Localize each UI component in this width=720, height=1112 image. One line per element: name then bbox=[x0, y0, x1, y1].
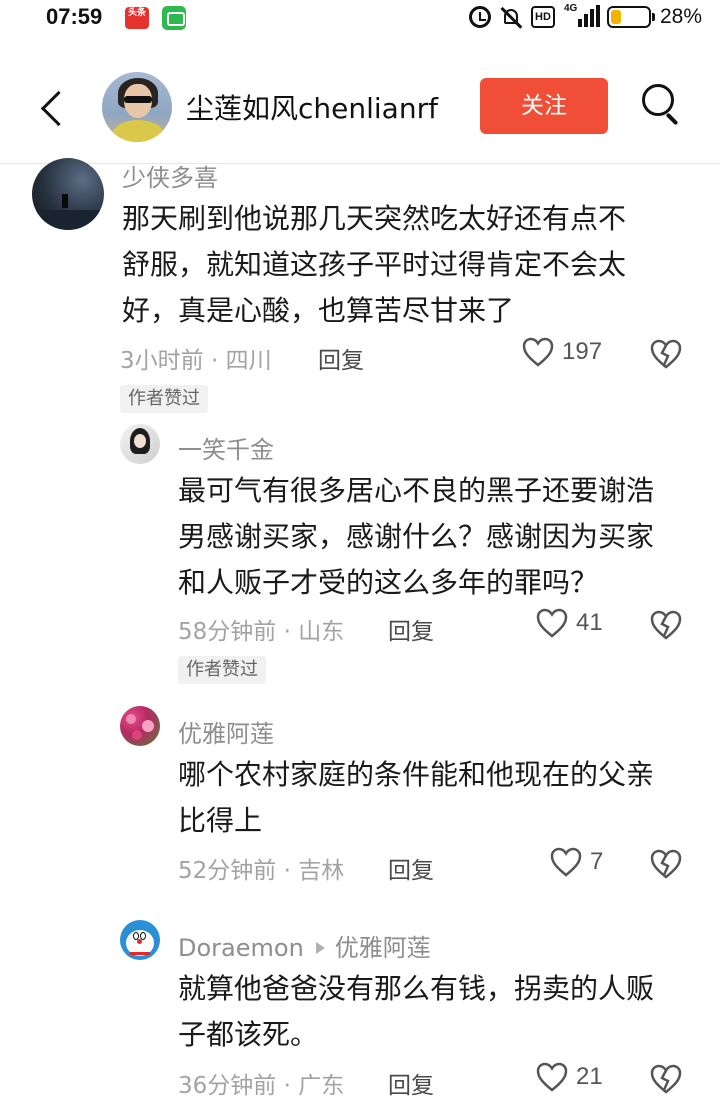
comment-meta: 52分钟前 · 吉林 bbox=[178, 858, 345, 884]
author-avatar[interactable] bbox=[102, 72, 172, 142]
comment-meta: 58分钟前 · 山东 bbox=[178, 619, 345, 645]
heart-icon bbox=[536, 608, 568, 638]
network-type: 4G bbox=[563, 3, 578, 14]
like-button[interactable]: 41 bbox=[536, 608, 603, 638]
comment-meta: 36分钟前 · 广东 bbox=[178, 1073, 345, 1099]
comment-text: 最可气有很多居心不良的黑子还要谢浩 男感谢买家，感谢什么？感谢因为买家 和人贩子… bbox=[178, 474, 655, 599]
broken-heart-icon[interactable] bbox=[650, 610, 682, 640]
header-divider bbox=[0, 163, 720, 164]
commenter-avatar[interactable] bbox=[120, 706, 160, 746]
reply-button[interactable]: 回复 bbox=[318, 341, 364, 375]
broken-heart-icon[interactable] bbox=[650, 1064, 682, 1094]
comment-author[interactable]: 一笑千金 bbox=[178, 430, 274, 465]
like-button[interactable]: 21 bbox=[536, 1062, 603, 1092]
reply-button[interactable]: 回复 bbox=[388, 612, 434, 646]
back-arrow-icon[interactable] bbox=[36, 88, 70, 132]
comment-author: Doraemon 优雅阿莲 bbox=[178, 928, 431, 963]
toutiao-app-icon: 头条 bbox=[125, 7, 149, 29]
status-bar: 07:59 头条 HD 4G 28% bbox=[0, 0, 720, 36]
header: 尘莲如风chenlianrf 关注 bbox=[0, 60, 720, 160]
message-app-icon bbox=[162, 6, 186, 30]
author-liked-badge: 作者赞过 bbox=[178, 656, 266, 684]
alarm-icon bbox=[468, 6, 491, 28]
like-button[interactable]: 197 bbox=[522, 337, 602, 367]
heart-icon bbox=[536, 1062, 568, 1092]
comment-text: 哪个农村家庭的条件能和他现在的父亲 比得上 bbox=[178, 758, 655, 837]
heart-icon bbox=[522, 337, 554, 367]
like-count: 7 bbox=[590, 848, 604, 875]
like-count: 21 bbox=[576, 1063, 603, 1090]
signal-icon: 4G bbox=[563, 3, 600, 29]
commenter-avatar[interactable] bbox=[120, 424, 160, 464]
search-icon[interactable] bbox=[640, 82, 686, 128]
reply-button[interactable]: 回复 bbox=[388, 851, 434, 885]
like-button[interactable]: 7 bbox=[550, 847, 603, 877]
broken-heart-icon[interactable] bbox=[650, 849, 682, 879]
reply-arrow-icon bbox=[315, 942, 325, 954]
reply-target-name[interactable]: 优雅阿莲 bbox=[335, 934, 431, 962]
broken-heart-icon[interactable] bbox=[650, 339, 682, 369]
mute-icon bbox=[500, 6, 523, 29]
author-liked-badge: 作者赞过 bbox=[120, 385, 208, 413]
comment-text: 就算他爸爸没有那么有钱，拐卖的人贩 子都该死。 bbox=[178, 972, 655, 1051]
heart-icon bbox=[550, 847, 582, 877]
comment-author[interactable]: 优雅阿莲 bbox=[178, 714, 274, 749]
reply-button[interactable]: 回复 bbox=[388, 1066, 434, 1100]
hd-icon: HD bbox=[530, 6, 555, 28]
follow-button[interactable]: 关注 bbox=[480, 78, 608, 134]
like-count: 41 bbox=[576, 609, 603, 636]
comment-author-name[interactable]: Doraemon bbox=[178, 934, 304, 962]
commenter-avatar[interactable] bbox=[120, 920, 160, 960]
like-count: 197 bbox=[562, 338, 603, 365]
battery-icon bbox=[606, 6, 655, 28]
status-icons: HD 4G 28% bbox=[468, 3, 702, 31]
author-name[interactable]: 尘莲如风chenlianrf bbox=[186, 87, 438, 127]
comment-meta: 3小时前 · 四川 bbox=[120, 348, 272, 374]
status-time: 07:59 bbox=[46, 4, 103, 29]
battery-percent: 28% bbox=[659, 5, 702, 28]
comment-author[interactable]: 少侠多喜 bbox=[122, 158, 218, 193]
commenter-avatar[interactable] bbox=[32, 158, 104, 230]
comment-text: 那天刷到他说那几天突然吃太好还有点不 舒服，就知道这孩子平时过得肯定不会太 好，… bbox=[122, 202, 627, 327]
